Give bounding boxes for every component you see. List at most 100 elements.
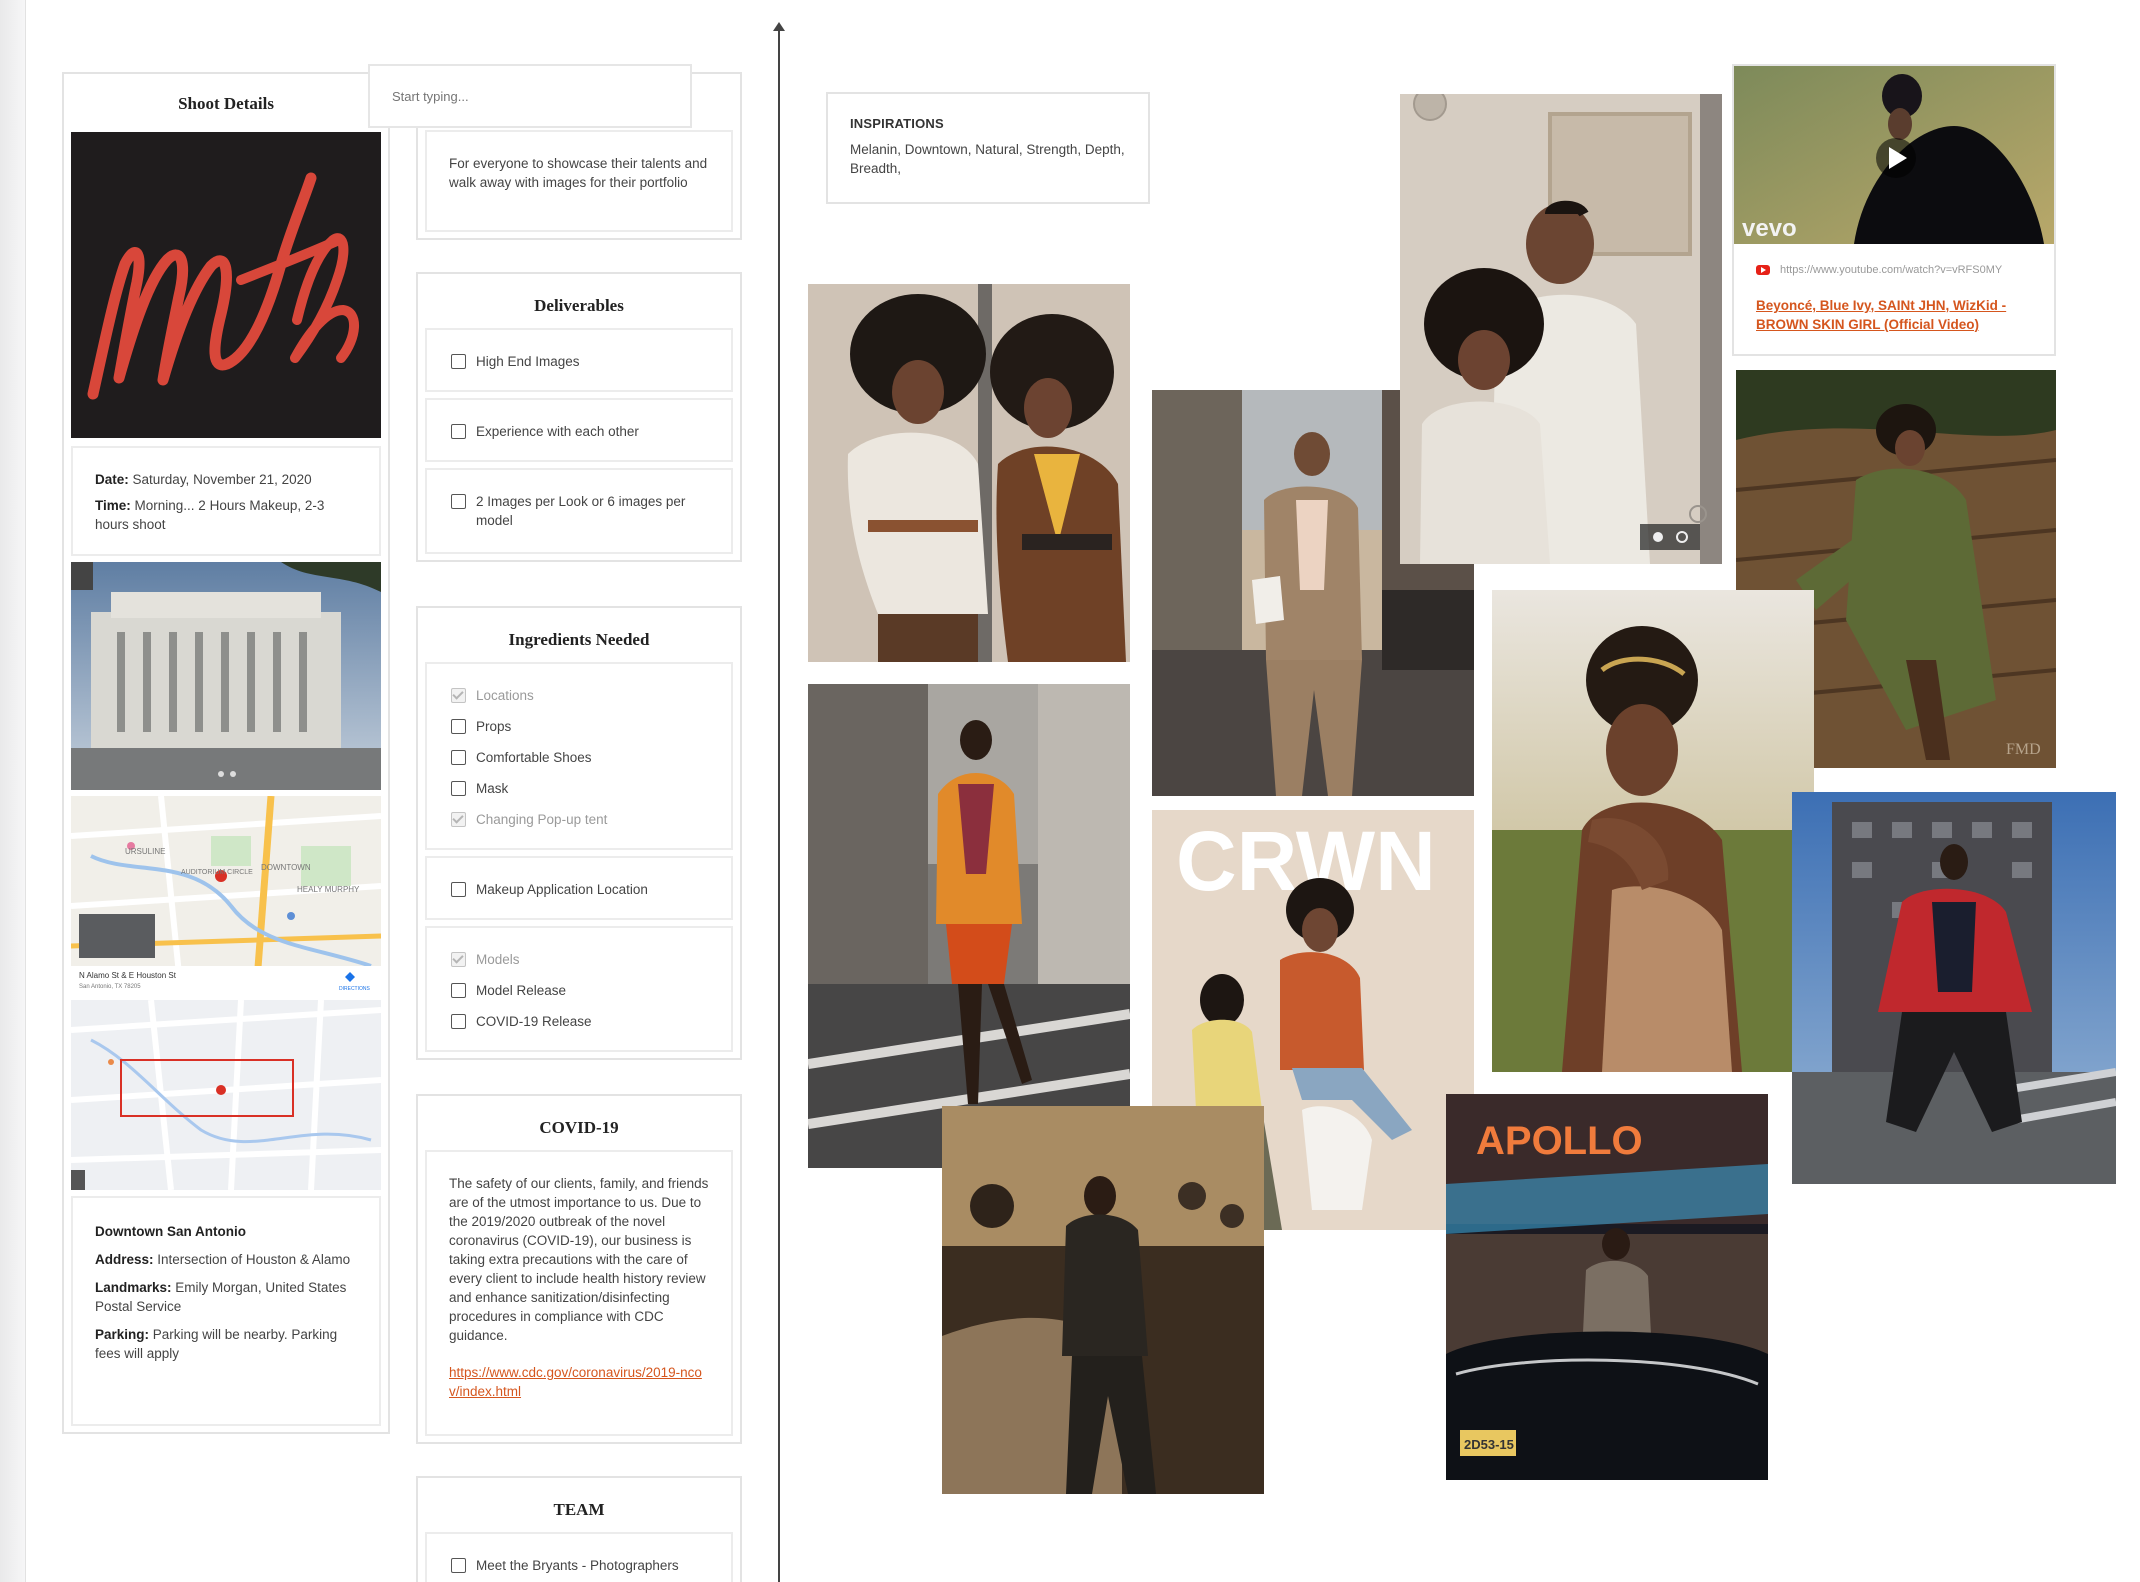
team-item-bryants[interactable]: Meet the Bryants - Photographers (451, 1556, 679, 1575)
moodboard-photo-red-jacket[interactable] (1792, 792, 2116, 1184)
checkbox[interactable] (451, 983, 466, 998)
parking-label: Parking: (95, 1327, 150, 1342)
start-typing-input[interactable] (368, 64, 692, 128)
ingredient-makeup-location[interactable]: Makeup Application Location (451, 880, 648, 899)
team-card[interactable]: TEAM Meet the Bryants - Photographers (416, 1476, 742, 1582)
moodboard-photo-street-orange[interactable] (808, 684, 1130, 1168)
map-label-ursuline: URSULINE (125, 847, 165, 856)
video-url[interactable]: https://www.youtube.com/watch?v=vRFS0MY (1780, 264, 2002, 276)
landmarks-label: Landmarks: (95, 1280, 172, 1295)
date-label: Date: (95, 472, 129, 487)
purpose-text: For everyone to showcase their talents a… (449, 156, 708, 190)
checkbox-label: Changing Pop-up tent (476, 812, 608, 827)
video-title-link[interactable]: Beyoncé, Blue Ivy, SAINt JHN, WizKid - B… (1756, 296, 2042, 334)
vevo-logo: vevo (1742, 215, 1797, 242)
deliverable-item-images-per-look[interactable]: 2 Images per Look or 6 images per model (451, 492, 711, 530)
checkbox-label: Model Release (476, 983, 567, 998)
ingredient-comfortable-shoes[interactable]: Comfortable Shoes (451, 748, 592, 767)
date-value: Saturday, November 21, 2020 (132, 472, 312, 487)
address-value: Intersection of Houston & Alamo (157, 1252, 351, 1267)
mtb-logo-image[interactable]: mtb (71, 132, 381, 438)
moodboard-photo-two-women[interactable] (808, 284, 1130, 662)
checkbox-label: Meet the Bryants - Photographers (476, 1558, 679, 1573)
moodboard-photo-apollo[interactable]: APOLLO 2D53-15 (1446, 1094, 1768, 1480)
shoot-details-title: Shoot Details (178, 94, 274, 113)
map-address-line1: N Alamo St & E Houston St (79, 971, 177, 980)
deliverable-item-high-end-images[interactable]: High End Images (451, 352, 580, 371)
moodboard-photo-couple[interactable] (1400, 94, 1722, 564)
checkbox-label: 2 Images per Look or 6 images per model (476, 494, 686, 528)
ingredients-group-1: Locations Props Comfortable Shoes Mask C… (425, 662, 733, 850)
date-time-box: Date: Saturday, November 21, 2020 Time: … (71, 446, 381, 556)
ingredient-changing-tent[interactable]: Changing Pop-up tent (451, 810, 607, 829)
arrow-up-icon (773, 22, 785, 31)
checkbox[interactable] (451, 424, 466, 439)
map-label-downtown: DOWNTOWN (261, 863, 311, 872)
moodboard-photo-diner[interactable] (942, 1106, 1264, 1494)
street-view-building-image[interactable] (71, 562, 381, 790)
checkbox-checked[interactable] (451, 952, 466, 967)
checkbox-label: COVID-19 Release (476, 1014, 592, 1029)
apollo-sign: APOLLO (1476, 1119, 1643, 1163)
youtube-video-card[interactable]: vevo https://www.youtube.com/watch?v=vRF… (1732, 64, 2056, 356)
checkbox[interactable] (451, 1558, 466, 1573)
map-zoomed-intersection[interactable] (71, 1000, 381, 1190)
ingredient-mask[interactable]: Mask (451, 779, 508, 798)
checkbox-checked[interactable] (451, 812, 466, 827)
checkbox-label: High End Images (476, 354, 580, 369)
team-title: TEAM (553, 1500, 605, 1519)
checkbox[interactable] (451, 354, 466, 369)
map-downtown-san-antonio[interactable]: URSULINE AUDITORIUM CIRCLE DOWNTOWN HEAL… (71, 796, 381, 994)
shoot-details-card[interactable]: Shoot Details mtb Date: Saturday, Novemb… (62, 72, 390, 1434)
inspirations-card[interactable]: INSPIRATIONS Melanin, Downtown, Natural,… (826, 92, 1150, 204)
checkbox-label: Experience with each other (476, 424, 639, 439)
deliverable-item-experience[interactable]: Experience with each other (451, 422, 639, 441)
checkbox-checked[interactable] (451, 688, 466, 703)
deliverable-item-1-box: High End Images (425, 328, 733, 392)
checkbox[interactable] (451, 750, 466, 765)
photo-watermark: FMD (2006, 741, 2041, 758)
checkbox-label: Mask (476, 781, 509, 796)
deliverable-item-3-box: 2 Images per Look or 6 images per model (425, 468, 733, 554)
checkbox-label: Locations (476, 688, 534, 703)
checkbox[interactable] (451, 494, 466, 509)
deliverables-card[interactable]: Deliverables High End Images Experience … (416, 272, 742, 562)
ingredient-props[interactable]: Props (451, 717, 511, 736)
location-title: Downtown San Antonio (95, 1224, 246, 1239)
covid-title: COVID-19 (539, 1118, 619, 1137)
team-item-box: Meet the Bryants - Photographers (425, 1532, 733, 1582)
map-address-line2: San Antonio, TX 78205 (79, 984, 141, 990)
youtube-icon (1756, 265, 1770, 275)
ingredients-group-2: Makeup Application Location (425, 856, 733, 920)
ingredient-locations[interactable]: Locations (451, 686, 534, 705)
checkbox[interactable] (451, 719, 466, 734)
checkbox-label: Comfortable Shoes (476, 750, 592, 765)
license-plate: 2D53-15 (1464, 1437, 1514, 1452)
location-details-box: Downtown San Antonio Address: Intersecti… (71, 1196, 381, 1426)
home-icon[interactable] (1653, 532, 1663, 542)
ingredients-group-3: Models Model Release COVID-19 Release (425, 926, 733, 1052)
covid-card[interactable]: COVID-19 The safety of our clients, fami… (416, 1094, 742, 1444)
moodboard-photo-golden-field[interactable] (1492, 590, 1814, 1072)
checkbox[interactable] (451, 882, 466, 897)
ingredient-model-release[interactable]: Model Release (451, 981, 566, 1000)
time-label: Time: (95, 498, 131, 513)
inspirations-text: Melanin, Downtown, Natural, Strength, De… (850, 142, 1125, 176)
page-left-edge (0, 0, 26, 1582)
ingredient-covid-release[interactable]: COVID-19 Release (451, 1012, 592, 1031)
address-label: Address: (95, 1252, 154, 1267)
map-directions-label[interactable]: DIRECTIONS (339, 986, 371, 992)
map-label-healy: HEALY MURPHY (297, 885, 360, 894)
ingredients-card[interactable]: Ingredients Needed Locations Props Comfo… (416, 606, 742, 1060)
deliverables-title: Deliverables (534, 296, 624, 315)
cdc-link[interactable]: https://www.cdc.gov/coronavirus/2019-nco… (449, 1365, 702, 1399)
deliverable-item-2-box: Experience with each other (425, 398, 733, 462)
ingredients-title: Ingredients Needed (508, 630, 650, 649)
ingredient-models[interactable]: Models (451, 950, 520, 969)
checkbox-label: Makeup Application Location (476, 882, 648, 897)
vertical-divider-line (778, 26, 780, 1582)
purpose-text-box: For everyone to showcase their talents a… (425, 130, 733, 232)
video-thumbnail[interactable]: vevo (1734, 66, 2054, 244)
checkbox[interactable] (451, 781, 466, 796)
checkbox[interactable] (451, 1014, 466, 1029)
